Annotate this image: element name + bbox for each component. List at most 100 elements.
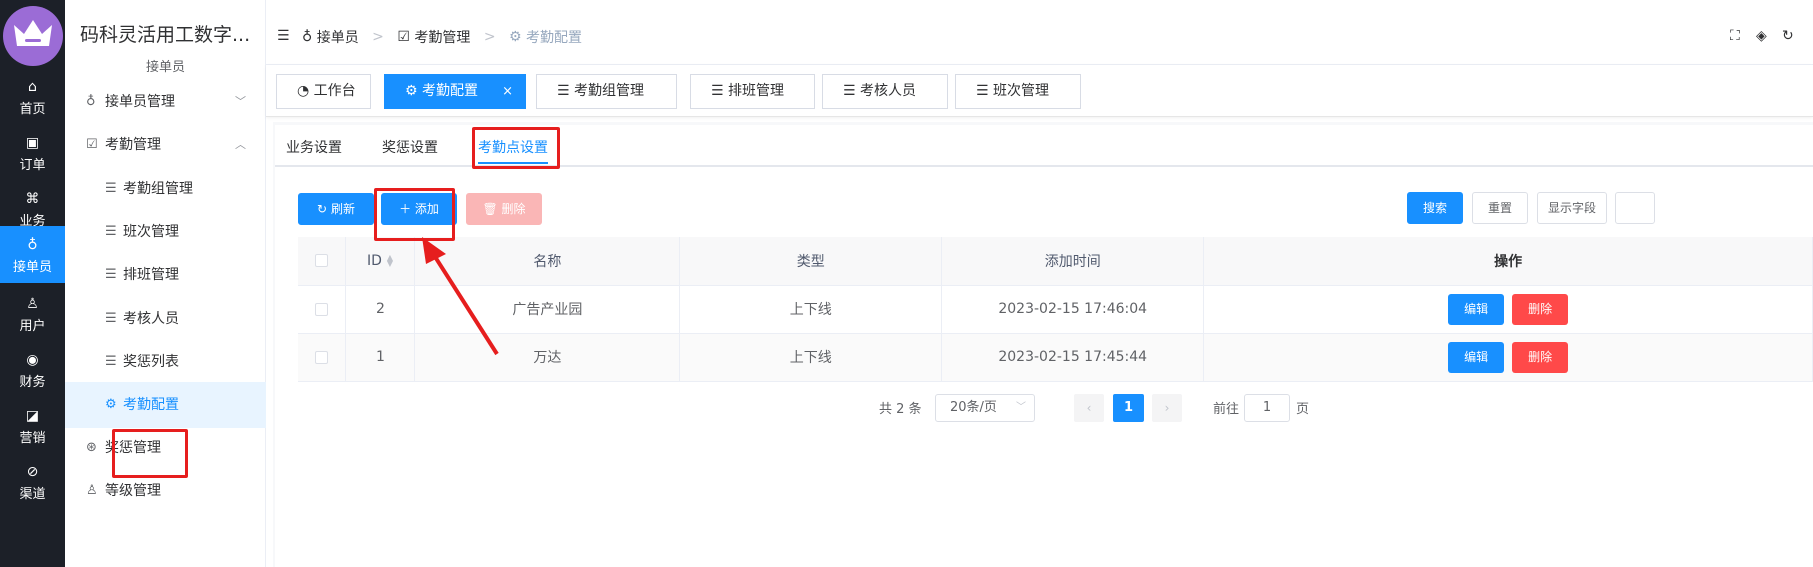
page-number-current[interactable]: 1 bbox=[1113, 394, 1144, 422]
top-header: ☰ ♁ 接单员 > ☑ 考勤管理 > ⚙ 考勤配置 ⛶ ◈ ↻ bbox=[266, 0, 1813, 65]
list-icon: ☰ bbox=[557, 83, 570, 99]
sub-sidebar: 码科灵活用工数字... 接单员 ♁ 接单员管理 ﹀ ☑ 考勤管理 ︿ ☰ 考勤组… bbox=[65, 0, 266, 567]
user-icon: ♙ bbox=[26, 296, 39, 312]
add-button[interactable]: ＋ 添加 bbox=[381, 193, 457, 225]
next-page-button[interactable]: › bbox=[1152, 394, 1182, 422]
column-added-time: 添加时间 bbox=[941, 237, 1205, 286]
breadcrumb-separator: > bbox=[372, 29, 384, 45]
menu-worker-management[interactable]: ♁ 接单员管理 ﹀ bbox=[65, 79, 266, 125]
goto-label: 前往 bbox=[1213, 402, 1240, 417]
menu-level-management[interactable]: ♙ 等级管理 bbox=[65, 468, 266, 514]
search-button[interactable]: 搜索 bbox=[1407, 192, 1463, 224]
page-suffix: 页 bbox=[1296, 402, 1310, 417]
menu-schedule-management[interactable]: ☰ 排班管理 bbox=[65, 252, 266, 298]
sidebar-toggle-icon[interactable]: ☰ bbox=[277, 28, 290, 44]
rail-item-worker[interactable]: ♁ 接单员 bbox=[0, 226, 65, 283]
tag-close-icon[interactable]: × bbox=[502, 75, 513, 108]
row-delete-button[interactable]: 删除 bbox=[1512, 341, 1569, 373]
menu-label: 接单员管理 bbox=[105, 94, 175, 110]
menu-attendance-config[interactable]: ⚙ 考勤配置 bbox=[65, 382, 266, 428]
sort-icon[interactable]: ▲ ▼ bbox=[386, 253, 394, 267]
tag-label: 考核人员 bbox=[860, 83, 917, 99]
column-header-label: ID bbox=[367, 252, 382, 269]
page-size-select[interactable]: 20条/页 ﹀ bbox=[935, 394, 1035, 422]
refresh-button[interactable]: ↻ 刷新 bbox=[298, 193, 374, 225]
chevron-up-icon: ︿ bbox=[235, 138, 246, 151]
user-level-icon: ♙ bbox=[86, 483, 98, 498]
breadcrumb-current: 考勤配置 bbox=[526, 30, 583, 46]
row-delete-button[interactable]: 删除 bbox=[1512, 293, 1569, 325]
menu-label: 考勤组管理 bbox=[123, 181, 193, 197]
column-name: 名称 bbox=[414, 237, 681, 286]
order-icon: ▣ bbox=[25, 135, 40, 151]
refresh-icon[interactable]: ↻ bbox=[1782, 28, 1794, 44]
page-size-value: 20条/页 bbox=[950, 400, 997, 415]
edit-icon: ☑ bbox=[86, 137, 98, 152]
bike-icon: ♁ bbox=[302, 29, 313, 45]
menu-reward-list[interactable]: ☰ 奖惩列表 bbox=[65, 339, 266, 385]
menu-shift-management[interactable]: ☰ 班次管理 bbox=[65, 209, 266, 255]
delete-button[interactable]: 🗑 删除 bbox=[466, 193, 542, 225]
rail-item-home[interactable]: ⌂ 首页 bbox=[0, 66, 65, 130]
compass-icon: ⊘ bbox=[26, 464, 39, 480]
menu-assessment-staff[interactable]: ☰ 考核人员 bbox=[65, 296, 266, 342]
breadcrumb-item[interactable]: 考勤管理 bbox=[414, 27, 470, 47]
tag-label: 班次管理 bbox=[993, 83, 1050, 99]
table-row: 1 万达 上下线 2023-02-15 17:45:44 编辑 删除 bbox=[298, 333, 1813, 382]
icon-rail: ⌂ 首页 ▣ 订单 ⌘ 业务 ♁ 接单员 ♙ 用户 ◉ 财务 ◪ 营销 ⊘ 渠道 bbox=[0, 0, 65, 567]
rail-item-marketing[interactable]: ◪ 营销 bbox=[0, 395, 65, 459]
sidebar-section-title: 接单员 bbox=[145, 60, 185, 75]
list-icon: ☰ bbox=[843, 83, 856, 99]
row-checkbox[interactable] bbox=[315, 302, 329, 316]
menu-label: 考勤配置 bbox=[123, 397, 179, 413]
chevron-down-icon: ﹀ bbox=[1016, 402, 1026, 413]
tag-dashboard[interactable]: ◔ 工作台 bbox=[276, 74, 371, 109]
edit-button[interactable]: 编辑 bbox=[1448, 341, 1505, 373]
cell-type: 上下线 bbox=[679, 285, 943, 334]
reset-button[interactable]: 重置 bbox=[1472, 192, 1528, 224]
bike-icon: ♁ bbox=[86, 94, 96, 109]
tab-business-settings[interactable]: 业务设置 bbox=[286, 137, 342, 157]
rail-item-user[interactable]: ♙ 用户 bbox=[0, 283, 65, 347]
fullscreen-icon[interactable]: ⛶ bbox=[1730, 28, 1740, 44]
tag-label: 考勤配置 bbox=[422, 83, 479, 99]
tag-schedule[interactable]: ☰ 排班管理 bbox=[690, 74, 815, 109]
menu-attendance-management[interactable]: ☑ 考勤管理 ︿ bbox=[65, 122, 266, 168]
cell-name: 广告产业园 bbox=[414, 285, 681, 334]
theme-icon[interactable]: ◈ bbox=[1756, 28, 1767, 44]
column-id[interactable]: ID ▲ ▼ bbox=[345, 237, 416, 286]
menu-attendance-group[interactable]: ☰ 考勤组管理 bbox=[65, 166, 266, 212]
select-all-checkbox[interactable] bbox=[315, 254, 329, 268]
rail-item-finance[interactable]: ◉ 财务 bbox=[0, 339, 65, 403]
brand-logo[interactable] bbox=[3, 6, 63, 66]
show-columns-button[interactable]: 显示字段 bbox=[1537, 192, 1607, 224]
tag-shift[interactable]: ☰ 班次管理 bbox=[955, 74, 1081, 109]
menu-label: 奖惩管理 bbox=[105, 440, 161, 456]
chevron-right-icon: › bbox=[1164, 401, 1170, 415]
rail-item-channel[interactable]: ⊘ 渠道 bbox=[0, 451, 65, 515]
rail-item-label: 用户 bbox=[19, 319, 46, 334]
list-icon: ☰ bbox=[105, 354, 117, 369]
show-columns-label: 显示字段 bbox=[1547, 201, 1596, 215]
edit-button[interactable]: 编辑 bbox=[1448, 293, 1505, 325]
tab-reward-settings[interactable]: 奖惩设置 bbox=[382, 137, 438, 157]
rail-item-order[interactable]: ▣ 订单 bbox=[0, 122, 65, 186]
chevron-left-icon: ‹ bbox=[1086, 401, 1092, 415]
tab-attendance-point-settings[interactable]: 考勤点设置 bbox=[478, 137, 548, 157]
list-icon: ☰ bbox=[976, 83, 989, 99]
prev-page-button[interactable]: ‹ bbox=[1074, 394, 1104, 422]
tag-assessment-staff[interactable]: ☰ 考核人员 bbox=[822, 74, 948, 109]
menu-reward-management[interactable]: ⊛ 奖惩管理 bbox=[65, 425, 266, 471]
goto-page-input[interactable]: 1 bbox=[1244, 394, 1290, 422]
breadcrumb-item[interactable]: 接单员 bbox=[317, 27, 359, 47]
command-icon: ⌘ bbox=[25, 191, 40, 207]
list-icon: ☰ bbox=[711, 83, 724, 99]
tag-label: 排班管理 bbox=[728, 83, 785, 99]
breadcrumb-separator: > bbox=[483, 29, 496, 45]
tag-attendance-config[interactable]: ⚙ 考勤配置 × bbox=[384, 74, 526, 109]
more-tools-button[interactable] bbox=[1615, 192, 1655, 224]
row-checkbox[interactable] bbox=[315, 350, 329, 364]
tag-attendance-group[interactable]: ☰ 考勤组管理 bbox=[536, 74, 677, 109]
refresh-button-label: 刷新 bbox=[330, 202, 355, 216]
column-type: 类型 bbox=[679, 237, 943, 286]
